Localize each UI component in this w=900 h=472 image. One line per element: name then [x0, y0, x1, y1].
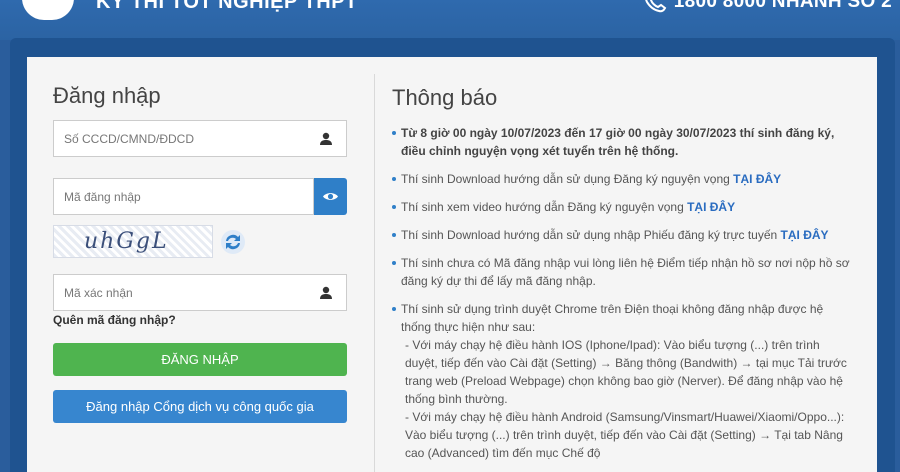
hotline-number: 1800 8000 NHÁNH SỐ 2 — [673, 0, 892, 12]
notice-item-download-guide: Thí sinh Download hướng dẫn sử dụng Đăng… — [390, 170, 850, 188]
notice-text: Thí sinh Download hướng dẫn sử dụng Đăng… — [401, 172, 734, 186]
notice-text: Thí sinh chưa có Mã đăng nhập vui lòng l… — [401, 256, 850, 288]
header-bar: KỲ THI TỐT NGHIỆP THPT 1800 8000 NHÁNH S… — [0, 0, 900, 40]
show-password-button[interactable] — [314, 178, 347, 215]
refresh-captcha-icon[interactable] — [219, 228, 247, 256]
notice-text: Thí sinh xem video hướng dẫn Đăng ký ngu… — [401, 200, 688, 214]
notice-text: Thí sinh sử dụng trình duyệt Chrome trên… — [401, 302, 824, 334]
id-number-placeholder: Số CCCD/CMND/ĐDCD — [64, 132, 195, 146]
national-portal-login-button[interactable]: Đăng nhập Cổng dịch vụ công quốc gia — [53, 390, 347, 423]
notice-list: Từ 8 giờ 00 ngày 10/07/2023 đến 17 giờ 0… — [390, 124, 850, 472]
logo-icon — [22, 0, 74, 20]
header-title: KỲ THI TỐT NGHIỆP THPT — [96, 0, 358, 13]
eye-icon — [323, 193, 338, 200]
captcha-input[interactable]: Mã xác nhận — [53, 274, 347, 311]
notice-title: Thông báo — [392, 85, 498, 110]
notice-item-registration-period: Từ 8 giờ 00 ngày 10/07/2023 đến 17 giờ 0… — [390, 124, 850, 160]
user-icon — [320, 286, 332, 299]
notice-link[interactable]: TẠI ĐÂY — [687, 200, 735, 214]
notice-link[interactable]: TẠI ĐÂY — [733, 172, 781, 186]
column-divider — [374, 74, 375, 472]
notice-text: Thí sinh Download hướng dẫn sử dụng nhập… — [401, 228, 781, 242]
captcha-placeholder: Mã xác nhận — [64, 286, 133, 300]
notice-item-login-code-contact: Thí sinh chưa có Mã đăng nhập vui lòng l… — [390, 254, 850, 290]
notice-text: Từ 8 giờ 00 ngày 10/07/2023 đến 17 giờ 0… — [401, 126, 835, 158]
hotline: 1800 8000 NHÁNH SỐ 2 — [643, 0, 892, 13]
captcha-image: uhGgL — [53, 225, 213, 258]
notice-android-instruction: - Với máy chạy hệ điều hành Android (Sam… — [405, 410, 845, 460]
notice-item-online-form-guide: Thí sinh Download hướng dẫn sử dụng nhập… — [390, 226, 850, 244]
forgot-login-code-link[interactable]: Quên mã đăng nhập? — [53, 313, 176, 327]
notice-item-chrome-instructions: Thí sinh sử dụng trình duyệt Chrome trên… — [390, 300, 850, 462]
login-title: Đăng nhập — [53, 83, 161, 108]
password-input[interactable]: Mã đăng nhập — [53, 178, 314, 215]
password-placeholder: Mã đăng nhập — [64, 190, 141, 204]
captcha-text: uhGgL — [84, 229, 169, 254]
notice-link[interactable]: TẠI ĐÂY — [781, 228, 829, 242]
phone-icon — [645, 0, 667, 13]
notice-ios-instruction: - Với máy chạy hệ điều hành IOS (Iphone/… — [405, 338, 847, 406]
id-number-input[interactable]: Số CCCD/CMND/ĐDCD — [53, 120, 347, 157]
user-icon — [320, 132, 332, 145]
notice-item-video-guide: Thí sinh xem video hướng dẫn Đăng ký ngu… — [390, 198, 850, 216]
login-button[interactable]: ĐĂNG NHẬP — [53, 343, 347, 376]
